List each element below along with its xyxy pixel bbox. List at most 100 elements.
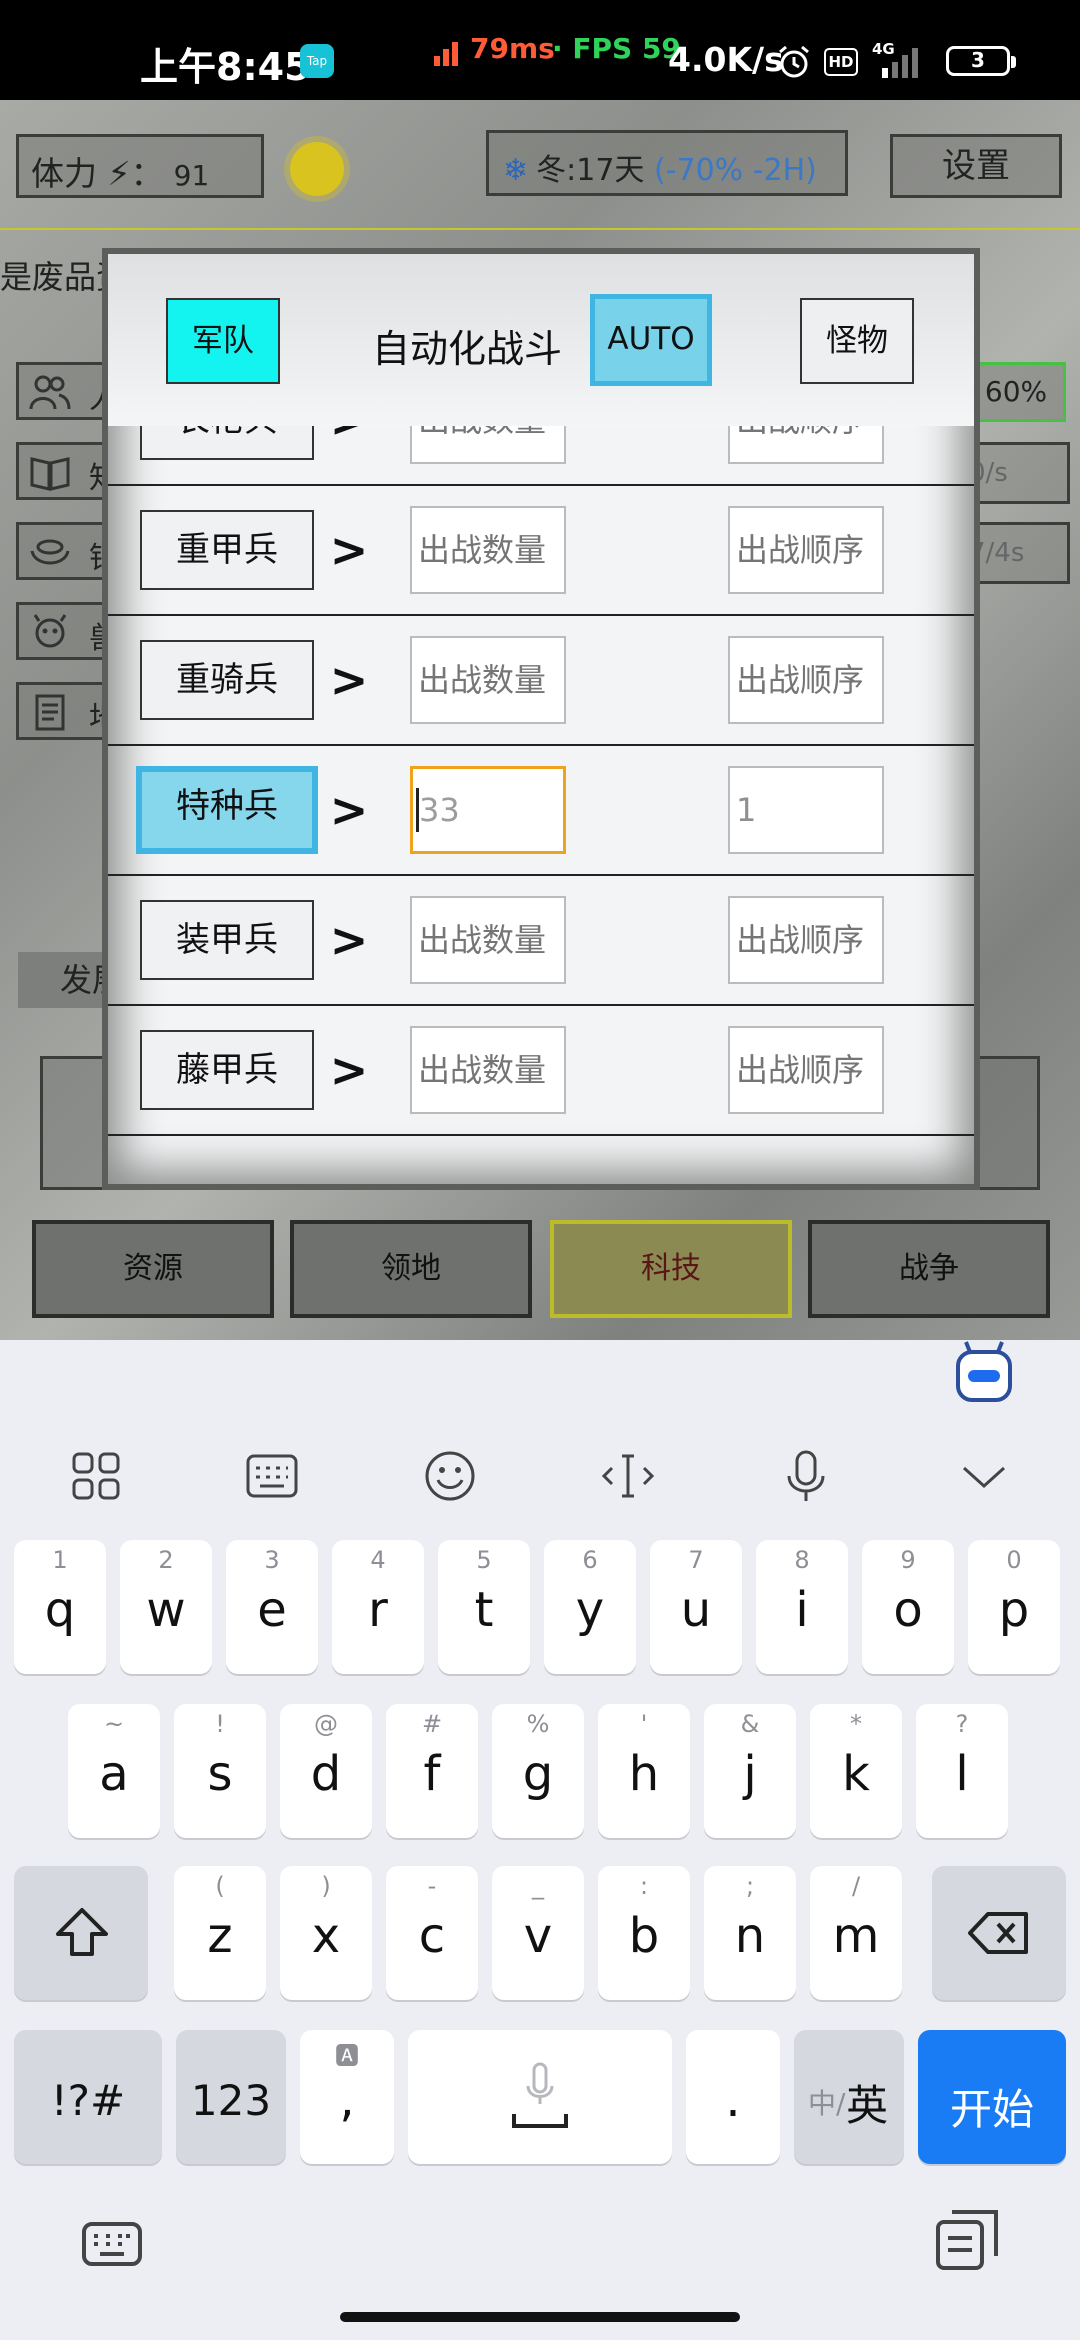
count-input[interactable] (410, 426, 566, 464)
key-p[interactable]: 0p (968, 1540, 1060, 1674)
microphone-icon[interactable] (778, 1448, 834, 1504)
key-m[interactable]: / m (810, 1866, 902, 2000)
enter-start-key[interactable]: 开始 (918, 2030, 1066, 2164)
alarm-clock-icon (779, 45, 809, 78)
key-s[interactable]: ! s (174, 1704, 266, 1838)
key-c[interactable]: -c (386, 1866, 478, 2000)
sun-weather-icon (290, 142, 344, 196)
signal-strength-icon (882, 48, 918, 78)
nav-resources[interactable]: 资源 (32, 1220, 274, 1318)
unit-list[interactable]: 长枪兵 > 重甲兵 > 重骑兵 > 特种兵 > 装甲兵 (108, 426, 974, 1176)
unit-button[interactable]: 藤甲兵 (140, 1030, 314, 1110)
key-a[interactable]: ~ a (68, 1704, 160, 1838)
army-tab-button[interactable]: 军队 (166, 298, 280, 384)
space-key[interactable] (408, 2030, 672, 2164)
key-r[interactable]: 4r (332, 1540, 424, 1674)
numbers-key[interactable]: 123 (176, 2030, 286, 2164)
document-icon (29, 693, 71, 731)
unit-button[interactable]: 重骑兵 (140, 640, 314, 720)
settings-button[interactable]: 设置 (890, 134, 1062, 198)
count-input[interactable] (410, 636, 566, 724)
auto-battle-dialog: 军队 自动化战斗 AUTO 怪物 长枪兵 > 重甲兵 > 重骑兵 > 特种兵 (108, 254, 974, 1184)
home-indicator[interactable] (340, 2312, 740, 2322)
nav-technology[interactable]: 科技 (550, 1220, 792, 1318)
book-icon (29, 453, 71, 491)
soft-keyboard (0, 1340, 1080, 2340)
silver-ingot-icon (29, 533, 71, 571)
unit-button[interactable]: 长枪兵 (140, 426, 314, 460)
key-j[interactable]: & j (704, 1704, 796, 1838)
key-t[interactable]: 5t (438, 1540, 530, 1674)
comma-key[interactable]: 🅰, (300, 2030, 394, 2164)
period-key[interactable]: . (686, 2030, 780, 2164)
shift-icon (56, 1908, 108, 1956)
backspace-icon (968, 1912, 1028, 1954)
monster-tab-button[interactable]: 怪物 (800, 298, 914, 384)
dialog-title: 自动化战斗 (372, 327, 563, 371)
key-h[interactable]: ' h (598, 1704, 690, 1838)
order-input[interactable] (728, 1026, 884, 1114)
divider (0, 228, 1080, 230)
order-input[interactable] (728, 636, 884, 724)
key-q[interactable]: 1q (14, 1540, 106, 1674)
cursor-move-icon[interactable] (600, 1448, 656, 1504)
nav-war[interactable]: 战争 (808, 1220, 1050, 1318)
order-input[interactable] (728, 426, 884, 464)
key-g[interactable]: % g (492, 1704, 584, 1838)
key-z[interactable]: (z (174, 1866, 266, 2000)
unit-row-selected: 特种兵 > (108, 746, 974, 876)
key-w[interactable]: 2w (120, 1540, 212, 1674)
count-input[interactable] (410, 896, 566, 984)
key-i[interactable]: 8i (756, 1540, 848, 1674)
key-b[interactable]: :b (598, 1866, 690, 2000)
count-input[interactable] (410, 506, 566, 594)
order-input[interactable] (728, 506, 884, 594)
key-e[interactable]: 3e (226, 1540, 318, 1674)
percent-badge: 60% (966, 362, 1066, 422)
status-bar: 上午8:45 Tap 79ms · FPS 59 4.0K/s HD 4G 3 (0, 0, 1080, 100)
unit-button[interactable]: 装甲兵 (140, 900, 314, 980)
arrow-icon: > (329, 913, 369, 967)
key-k[interactable]: * k (810, 1704, 902, 1838)
key-v[interactable]: _ v (492, 1866, 584, 2000)
unit-button-selected[interactable]: 特种兵 (136, 766, 318, 854)
key-f[interactable]: # f (386, 1704, 478, 1838)
unit-button[interactable]: 重甲兵 (140, 510, 314, 590)
keyboard-layout-icon[interactable] (244, 1448, 300, 1504)
key-o[interactable]: 9o (862, 1540, 954, 1674)
key-x[interactable]: ) x (280, 1866, 372, 2000)
auto-toggle-button[interactable]: AUTO (590, 294, 712, 386)
apps-grid-icon[interactable] (68, 1448, 124, 1504)
order-input[interactable] (728, 896, 884, 984)
clock: 上午8:45 (140, 45, 311, 89)
arrow-icon: > (329, 1043, 369, 1097)
rate-value: 0/s (960, 442, 1070, 504)
key-l[interactable]: ? l (916, 1704, 1008, 1838)
people-icon (29, 373, 71, 411)
language-switch-key[interactable]: 中/ 英 (794, 2030, 904, 2164)
symbols-key[interactable]: !?# (14, 2030, 162, 2164)
beast-icon (29, 613, 71, 651)
text-caret (416, 788, 419, 832)
hd-badge: HD (824, 48, 858, 76)
backspace-key[interactable] (932, 1866, 1066, 2000)
season-modifier: (-70% -2H) (653, 153, 817, 188)
count-input-focused[interactable] (410, 766, 566, 854)
clipboard-icon[interactable] (934, 2208, 1002, 2274)
key-y[interactable]: 6y (544, 1540, 636, 1674)
fps-value: · FPS 59 (552, 32, 681, 65)
stamina-value: 91 (173, 159, 210, 192)
unit-row: 藤甲兵 > (108, 1006, 974, 1136)
unit-row: 重甲兵 > (108, 486, 974, 616)
shift-key[interactable] (14, 1866, 148, 2000)
keyboard-switch-icon[interactable] (80, 2214, 144, 2274)
key-d[interactable]: @ d (280, 1704, 372, 1838)
emoji-icon[interactable] (422, 1448, 478, 1504)
keyboard-assistant-icon[interactable] (954, 1340, 1014, 1404)
key-u[interactable]: 7u (650, 1540, 742, 1674)
count-input[interactable] (410, 1026, 566, 1114)
nav-territory[interactable]: 领地 (290, 1220, 532, 1318)
collapse-keyboard-icon[interactable] (956, 1448, 1012, 1504)
order-input[interactable] (728, 766, 884, 854)
key-n[interactable]: ; n (704, 1866, 796, 2000)
